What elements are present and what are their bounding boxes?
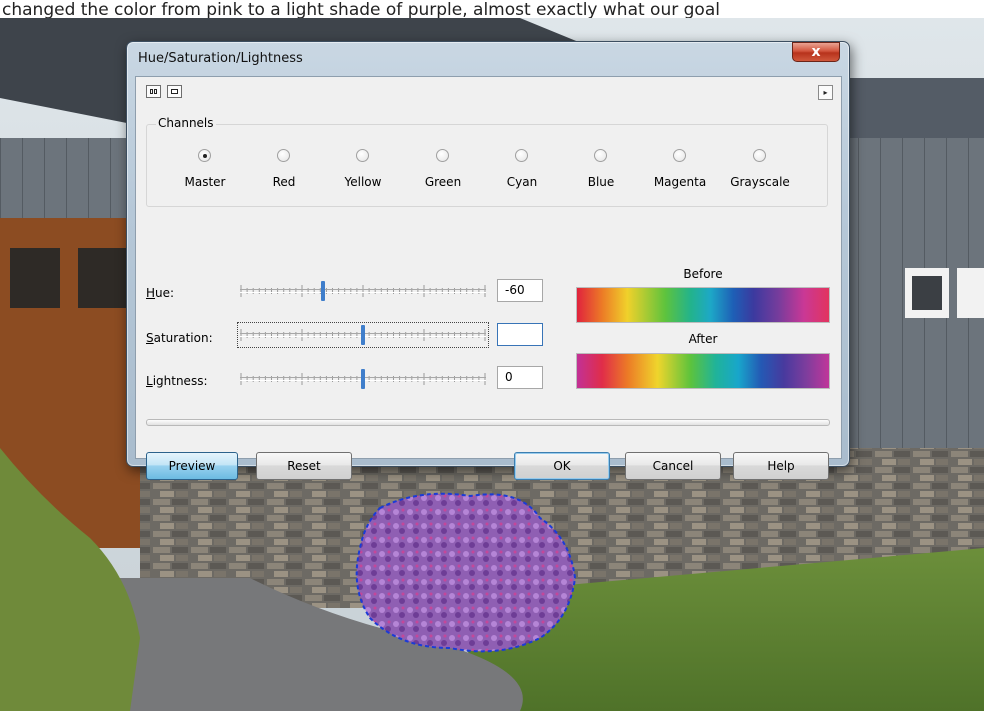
hue-saturation-dialog: Hue/Saturation/Lightness x ▸ Channels Ma…: [126, 41, 850, 480]
more-options-button[interactable]: ▸: [818, 85, 833, 100]
radio-label-cyan: Cyan: [506, 175, 538, 189]
saturation-label: Saturation:: [146, 331, 213, 345]
before-label: Before: [683, 267, 723, 281]
reset-button[interactable]: Reset: [256, 452, 352, 480]
lightness-slider-thumb[interactable]: [361, 369, 365, 389]
hue-label: Hue:: [146, 286, 174, 300]
close-icon: x: [811, 44, 821, 60]
cancel-button[interactable]: Cancel: [625, 452, 721, 480]
radio-red[interactable]: [277, 149, 290, 162]
radio-yellow[interactable]: [356, 149, 369, 162]
radio-grayscale[interactable]: [753, 149, 766, 162]
ok-button[interactable]: OK: [514, 452, 610, 480]
split-view-icon[interactable]: [146, 85, 161, 98]
saturation-label-text: aturation:: [153, 331, 213, 345]
radio-label-magenta: Magenta: [653, 175, 707, 189]
radio-label-grayscale: Grayscale: [730, 175, 790, 189]
dialog-title: Hue/Saturation/Lightness: [138, 51, 303, 66]
after-spectrum: [576, 353, 830, 389]
single-view-icon[interactable]: [167, 85, 183, 98]
before-spectrum: [576, 287, 830, 323]
lightness-value-input[interactable]: 0: [497, 366, 543, 389]
saturation-label-mnemonic: S: [146, 331, 154, 345]
radio-label-master: Master: [184, 175, 226, 189]
hue-value-input[interactable]: -60: [497, 279, 543, 302]
hue-slider-track: [240, 289, 486, 293]
radio-blue[interactable]: [594, 149, 607, 162]
radio-label-blue: Blue: [587, 175, 615, 189]
saturation-value-input[interactable]: [497, 323, 543, 346]
radio-label-red: Red: [272, 175, 296, 189]
hue-slider-thumb[interactable]: [320, 281, 325, 301]
hue-slider[interactable]: [240, 281, 486, 301]
close-button[interactable]: x: [792, 42, 840, 62]
saturation-slider-thumb[interactable]: [361, 325, 365, 345]
preview-button[interactable]: Preview: [146, 452, 238, 480]
dialog-content: ▸ Channels Master Red Yellow Green Cyan …: [135, 76, 842, 480]
progress-divider: [146, 419, 830, 426]
channels-group: Channels Master Red Yellow Green Cyan Bl…: [146, 116, 828, 207]
radio-label-green: Green: [424, 175, 462, 189]
radio-cyan[interactable]: [515, 149, 528, 162]
lightness-slider[interactable]: [240, 369, 486, 389]
radio-green[interactable]: [436, 149, 449, 162]
radio-magenta[interactable]: [673, 149, 686, 162]
help-button[interactable]: Help: [733, 452, 829, 480]
view-toolbar: [146, 85, 183, 101]
arrow-right-icon: ▸: [823, 88, 828, 97]
lightness-label-mnemonic: L: [146, 374, 153, 388]
hue-label-mnemonic: H: [146, 286, 156, 300]
saturation-slider[interactable]: [237, 322, 489, 348]
radio-master[interactable]: [198, 149, 211, 162]
title-bar[interactable]: Hue/Saturation/Lightness x: [127, 42, 849, 76]
after-label: After: [688, 332, 718, 346]
radio-label-yellow: Yellow: [344, 175, 382, 189]
hue-label-text: ue:: [155, 286, 175, 300]
lightness-label: Lightness:: [146, 374, 207, 388]
lightness-label-text: ightness:: [152, 374, 208, 388]
channels-group-label: Channels: [156, 116, 216, 130]
